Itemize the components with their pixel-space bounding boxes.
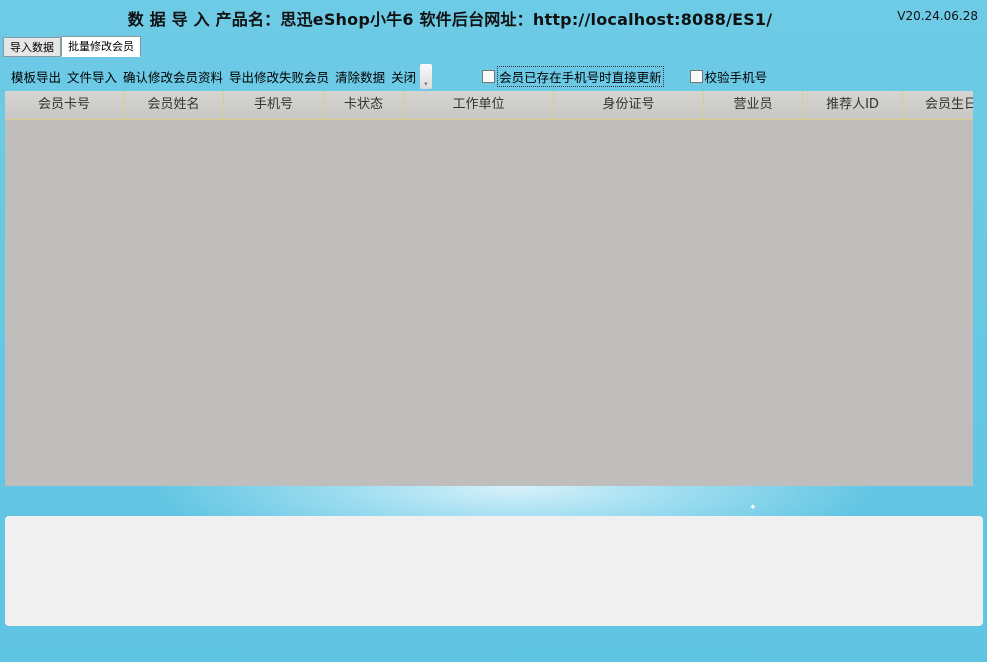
template-export-button[interactable]: 模板导出: [11, 67, 61, 86]
tab-import-data[interactable]: 导入数据: [3, 37, 61, 57]
sparkle-icon: ✦: [749, 503, 757, 513]
checkbox-box[interactable]: [482, 69, 496, 83]
version-label: V20.24.06.28: [897, 9, 978, 23]
export-failed-button[interactable]: 导出修改失败会员: [229, 67, 329, 86]
toolbar-overflow-button[interactable]: ▾: [420, 63, 433, 89]
column-header[interactable]: 推荐人ID: [803, 91, 903, 119]
column-header[interactable]: 会员卡号: [5, 91, 124, 119]
tab-batch-modify-member[interactable]: 批量修改会员: [61, 36, 141, 57]
checkbox-box[interactable]: [689, 69, 703, 83]
toolbar: 模板导出 文件导入 确认修改会员资料 导出修改失败会员 清除数据 关闭 ▾ 会员…: [11, 63, 767, 89]
column-header[interactable]: 卡状态: [324, 91, 404, 119]
tab-bar: 导入数据 批量修改会员: [3, 36, 141, 57]
log-panel[interactable]: [5, 516, 983, 626]
member-data-grid[interactable]: 会员卡号 会员姓名 手机号 卡状态 工作单位 身份证号 营业员 推荐人ID 会员…: [5, 91, 973, 486]
confirm-modify-button[interactable]: 确认修改会员资料: [123, 67, 223, 86]
column-header[interactable]: 会员生日: [903, 91, 973, 119]
close-button[interactable]: 关闭: [391, 67, 416, 86]
update-if-exists-label: 会员已存在手机号时直接更新: [497, 65, 664, 87]
verify-phone-label: 校验手机号: [704, 69, 768, 85]
column-header[interactable]: 身份证号: [554, 91, 704, 119]
column-header[interactable]: 工作单位: [404, 91, 554, 119]
clear-data-button[interactable]: 清除数据: [335, 67, 385, 86]
column-header[interactable]: 手机号: [224, 91, 324, 119]
update-if-exists-checkbox[interactable]: 会员已存在手机号时直接更新: [482, 65, 664, 87]
grid-header: 会员卡号 会员姓名 手机号 卡状态 工作单位 身份证号 营业员 推荐人ID 会员…: [5, 91, 973, 120]
chevron-down-icon: ▾: [424, 79, 428, 88]
column-header[interactable]: 营业员: [704, 91, 803, 119]
verify-phone-checkbox[interactable]: 校验手机号: [689, 67, 768, 86]
column-header[interactable]: 会员姓名: [124, 91, 224, 119]
page-title: 数 据 导 入 产品名：思迅eShop小牛6 软件后台网址：http://loc…: [127, 10, 773, 29]
file-import-button[interactable]: 文件导入: [67, 67, 117, 86]
